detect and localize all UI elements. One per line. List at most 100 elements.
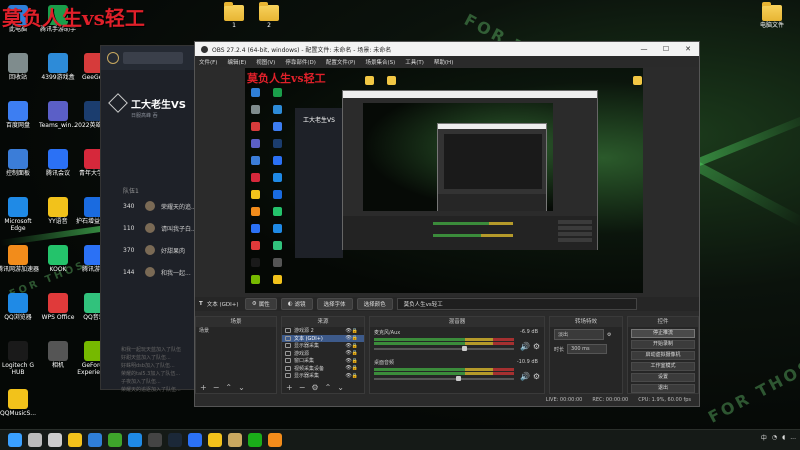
volume-slider[interactable] — [374, 378, 514, 380]
gear-icon[interactable]: ⚙ — [311, 383, 318, 392]
start-recording-button[interactable]: 开始录制 — [631, 340, 695, 349]
properties-button[interactable]: ⚙ 属性 — [244, 298, 277, 310]
gear-icon[interactable]: ⚙ — [533, 372, 540, 381]
chat-search-input[interactable] — [123, 52, 183, 64]
menu-docks[interactable]: 停靠部件(D) — [285, 58, 316, 66]
speaker-icon[interactable]: 🔊 — [520, 372, 530, 381]
visibility-lock-icon[interactable]: 👁🔒 — [345, 343, 358, 349]
windows-start-icon[interactable] — [8, 433, 22, 447]
desktop-icon[interactable]: 回收站 — [0, 53, 40, 82]
menu-help[interactable]: 帮助(H) — [434, 58, 453, 66]
minimize-button[interactable]: — — [633, 42, 655, 56]
app-icon — [48, 149, 68, 169]
file-explorer-icon[interactable] — [68, 433, 82, 447]
add-icon[interactable]: + — [286, 383, 293, 392]
team-chat-window[interactable]: 工大老生VS 日服高峰 吞 队伍1 340 荣耀天的追... 110 请叫我子白… — [100, 45, 200, 393]
obs-titlebar[interactable]: OBS 27.2.4 (64-bit, windows) - 配置文件: 未命名… — [195, 42, 699, 56]
source-item[interactable]: 游戏源 👁🔒 — [282, 350, 364, 358]
chat-member-row[interactable]: 370 好甜果肉 — [123, 245, 185, 255]
source-item[interactable]: 游戏源 2 👁🔒 — [282, 327, 364, 335]
maximize-button[interactable]: ☐ — [655, 42, 677, 56]
chat-member-row[interactable]: 340 荣耀天的追... — [123, 201, 197, 211]
select-color-button[interactable]: 选择颜色 — [356, 298, 393, 310]
visibility-lock-icon[interactable]: 👁🔒 — [345, 328, 358, 334]
tencent-meeting-icon[interactable] — [188, 433, 202, 447]
source-item[interactable]: 显示器采集 👁🔒 — [282, 342, 364, 350]
scene-item[interactable]: 场景 — [196, 327, 276, 335]
chat-member-row[interactable]: 110 请叫我子白... — [123, 223, 197, 233]
desktop-icon[interactable]: 控制面板 — [0, 149, 40, 178]
menu-scene-collection[interactable]: 场景集合(S) — [365, 58, 395, 66]
visibility-lock-icon[interactable]: 👁🔒 — [345, 335, 358, 341]
up-icon[interactable]: ⌃ — [225, 383, 232, 392]
source-item[interactable]: 窗口采集 👁🔒 — [282, 357, 364, 365]
visibility-lock-icon[interactable]: 👁🔒 — [345, 350, 358, 356]
gear-icon[interactable]: ⚙ — [607, 332, 611, 338]
nested-mixer-bar — [433, 234, 513, 237]
menu-view[interactable]: 视图(V) — [256, 58, 275, 66]
steam-icon[interactable] — [168, 433, 182, 447]
obs-preview[interactable]: 莫负人生vs轻工 工大老生VS — [245, 68, 643, 293]
source-item[interactable]: 视频采集设备 👁🔒 — [282, 365, 364, 373]
volume-slider[interactable] — [374, 348, 514, 350]
exit-button[interactable]: 退出 — [631, 384, 695, 393]
edge-icon[interactable] — [128, 433, 142, 447]
store-icon[interactable] — [88, 433, 102, 447]
source-item[interactable]: 显示器采集 👁🔒 — [282, 372, 364, 380]
source-item[interactable]: 文本 (GDI+) 👁🔒 — [282, 334, 364, 342]
obs-icon[interactable] — [148, 433, 162, 447]
desktop-icon[interactable]: Microsoft Edge — [0, 197, 40, 233]
task-view-icon[interactable] — [48, 433, 62, 447]
up-icon[interactable]: ⌃ — [325, 383, 332, 392]
preview-folder-icon — [365, 76, 374, 85]
studio-mode-button[interactable]: 工作室模式 — [631, 362, 695, 371]
wechat-icon[interactable] — [248, 433, 262, 447]
network-icon[interactable]: ◔ — [772, 434, 777, 441]
down-icon[interactable]: ⌄ — [337, 383, 344, 392]
menu-profile[interactable]: 配置文件(P) — [326, 58, 356, 66]
desktop-icon[interactable]: 腾讯网游加速器 — [0, 245, 40, 274]
text-value-field[interactable]: 莫负人生vs轻工 — [396, 298, 637, 310]
remove-icon[interactable]: − — [299, 383, 306, 392]
chat-member-row[interactable]: 144 和我一起... — [123, 267, 191, 277]
volume-knob[interactable] — [456, 376, 461, 381]
stop-streaming-button[interactable]: 停止推流 — [631, 329, 695, 338]
preview-app-icon — [251, 139, 260, 148]
desktop-folder-computer-files[interactable]: 电脑文件 — [750, 2, 794, 30]
visibility-lock-icon[interactable]: 👁🔒 — [345, 373, 358, 379]
volume-icon[interactable]: ◖ — [782, 434, 785, 441]
add-icon[interactable]: + — [200, 383, 207, 392]
menu-edit[interactable]: 编辑(E) — [227, 58, 246, 66]
visibility-lock-icon[interactable]: 👁🔒 — [345, 365, 358, 371]
menu-tools[interactable]: 工具(T) — [405, 58, 424, 66]
xbox-icon[interactable] — [108, 433, 122, 447]
qq-music-icon[interactable] — [208, 433, 222, 447]
desktop-icon[interactable]: 百度网盘 — [0, 101, 40, 130]
desktop-folder-2[interactable]: 2 — [247, 2, 291, 30]
select-font-button[interactable]: 选择字体 — [316, 298, 353, 310]
settings-button[interactable]: 设置 — [631, 373, 695, 382]
duration-input[interactable]: 300 ms — [567, 344, 608, 354]
obs-window[interactable]: OBS 27.2.4 (64-bit, windows) - 配置文件: 未命名… — [194, 41, 700, 407]
gear-icon[interactable]: ⚙ — [533, 342, 540, 351]
ime-indicator[interactable]: 中 — [761, 433, 767, 442]
desktop-icon[interactable]: QQMusicS... — [0, 389, 40, 418]
filters-button[interactable]: ◐ 滤镜 — [280, 298, 313, 310]
remove-icon[interactable]: − — [213, 383, 220, 392]
speaker-icon[interactable]: 🔊 — [520, 342, 530, 351]
app-icon[interactable] — [268, 433, 282, 447]
app-icon — [8, 53, 28, 73]
clock[interactable]: ... — [790, 434, 796, 441]
volume-knob[interactable] — [462, 346, 467, 351]
down-icon[interactable]: ⌄ — [238, 383, 245, 392]
start-virtual-camera-button[interactable]: 启动虚拟摄像机 — [631, 351, 695, 360]
source-type-icon — [285, 328, 291, 334]
search-icon[interactable] — [28, 433, 42, 447]
close-button[interactable]: ✕ — [677, 42, 699, 56]
desktop-icon[interactable]: QQ浏览器 — [0, 293, 40, 322]
league-icon[interactable] — [228, 433, 242, 447]
menu-file[interactable]: 文件(F) — [199, 58, 217, 66]
desktop-icon[interactable]: Logitech G HUB — [0, 341, 40, 377]
visibility-lock-icon[interactable]: 👁🔒 — [345, 358, 358, 364]
transition-type-select[interactable]: 淡出 — [554, 329, 604, 340]
